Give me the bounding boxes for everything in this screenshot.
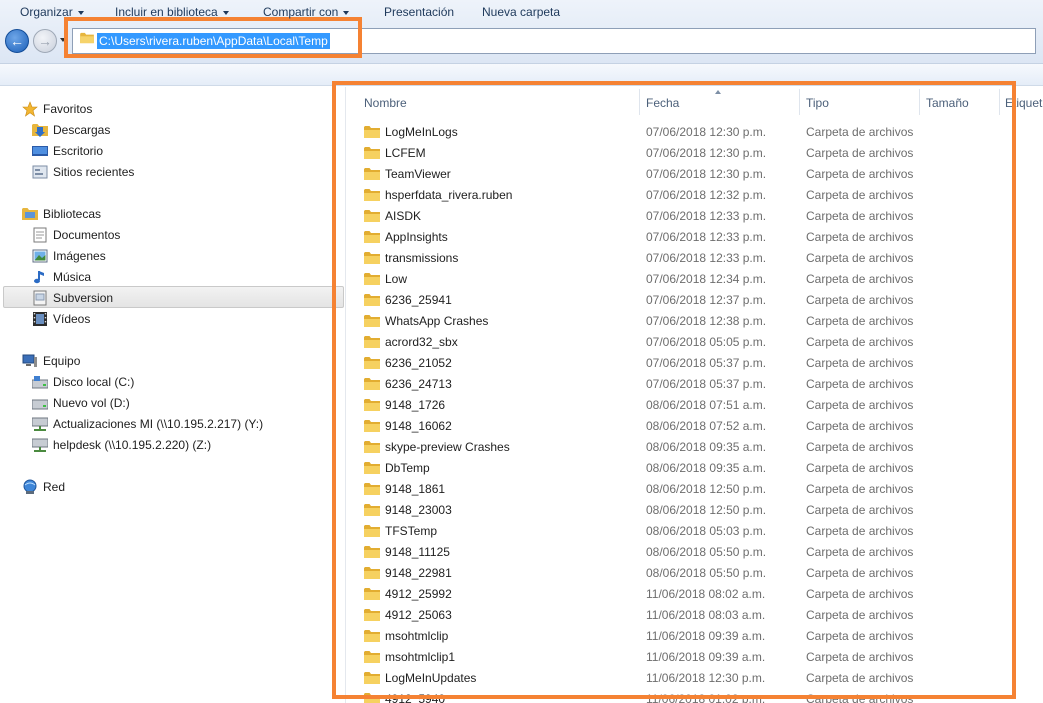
recent-places-icon — [32, 165, 48, 179]
caret-down-icon — [77, 10, 84, 15]
network-drive-icon — [32, 438, 48, 452]
organize-button[interactable]: Organizar — [20, 4, 84, 20]
library-document-icon — [33, 290, 47, 306]
drive-icon — [32, 399, 48, 410]
share-with-button[interactable]: Compartir con — [263, 4, 350, 20]
presentation-button[interactable]: Presentación — [384, 4, 454, 20]
network-globe-icon — [23, 479, 37, 494]
caret-down-icon — [222, 10, 229, 15]
network-drive-icon — [32, 417, 48, 431]
caret-down-icon — [343, 10, 350, 15]
back-button[interactable]: ← — [5, 29, 29, 53]
computer-icon — [22, 354, 37, 367]
documents-icon — [33, 227, 47, 243]
navigation-pane — [0, 87, 346, 703]
system-drive-icon — [32, 376, 48, 389]
desktop-icon — [32, 146, 48, 156]
arrow-right-icon: → — [38, 33, 52, 49]
pictures-icon — [32, 249, 48, 263]
include-library-button[interactable]: Incluir en biblioteca — [115, 4, 229, 20]
forward-button[interactable]: → — [33, 29, 57, 53]
arrow-left-icon: ← — [10, 33, 24, 49]
new-folder-button[interactable]: Nueva carpeta — [482, 4, 560, 20]
libraries-icon — [22, 208, 38, 220]
address-highlight-box — [64, 17, 362, 58]
video-film-icon — [33, 312, 47, 326]
star-icon — [22, 101, 38, 117]
music-note-icon — [34, 271, 44, 284]
downloads-folder-icon — [32, 124, 48, 137]
content-highlight-box — [332, 81, 1016, 699]
